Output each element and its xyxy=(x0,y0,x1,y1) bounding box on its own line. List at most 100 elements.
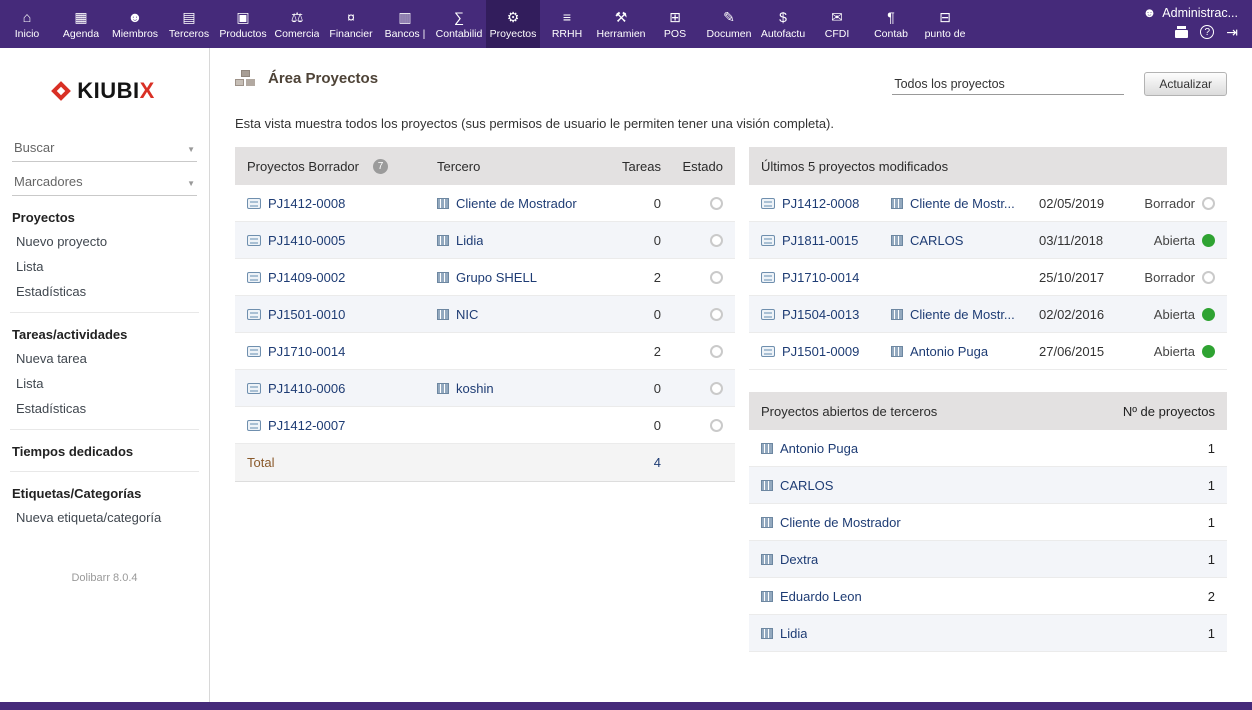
project-icon xyxy=(247,346,261,357)
project-ref-link[interactable]: PJ1710-0014 xyxy=(268,344,345,359)
menu-item[interactable]: ∑ Contabilid xyxy=(432,0,486,48)
project-ref-link[interactable]: PJ1811-0015 xyxy=(782,233,858,248)
project-ref-link[interactable]: PJ1501-0009 xyxy=(782,344,859,359)
project-icon xyxy=(247,383,261,394)
projects-count: 1 xyxy=(1105,552,1215,567)
thirdparty-link[interactable]: Dextra xyxy=(780,552,818,567)
project-ref-link[interactable]: PJ1409-0002 xyxy=(268,270,345,285)
thirdparty-link[interactable]: Cliente de Mostrador xyxy=(780,515,901,530)
thirdparty-link[interactable]: Lidia xyxy=(780,626,807,641)
project-icon xyxy=(761,309,775,320)
project-ref-link[interactable]: PJ1412-0008 xyxy=(268,196,345,211)
menu-item-label: POS xyxy=(664,28,686,40)
project-ref-link[interactable]: PJ1412-0008 xyxy=(782,196,859,211)
projects-icon: ⚙ xyxy=(507,9,520,25)
sidebar-item[interactable]: Estadísticas xyxy=(10,396,199,421)
menu-item-label: Financier xyxy=(329,28,372,40)
open-projects-table: Proyectos abiertos de terceros Nº de pro… xyxy=(749,392,1227,652)
sidebar-item[interactable]: Estadísticas xyxy=(10,279,199,304)
tasks-count: 2 xyxy=(606,344,661,359)
menu-item[interactable]: ✉ CFDI xyxy=(810,0,864,48)
project-ref-link[interactable]: PJ1504-0013 xyxy=(782,307,859,322)
thirdparty-link[interactable]: Antonio Puga xyxy=(780,441,858,456)
refresh-button[interactable]: Actualizar xyxy=(1144,72,1227,96)
project-ref-link[interactable]: PJ1412-0007 xyxy=(268,418,345,433)
status-dot xyxy=(1202,271,1215,284)
menu-item[interactable]: ⌂ Inicio xyxy=(0,0,54,48)
project-ref-link[interactable]: PJ1710-0014 xyxy=(782,270,859,285)
thirdparty-link[interactable]: Cliente de Mostrador xyxy=(456,196,577,211)
menu-item[interactable]: ▤ Terceros xyxy=(162,0,216,48)
menu-item[interactable]: ¤ Financier xyxy=(324,0,378,48)
topbar-right: Administrac... xyxy=(1143,0,1252,48)
sidebar-item[interactable]: Nuevo proyecto xyxy=(10,229,199,254)
project-ref-link[interactable]: PJ1410-0006 xyxy=(268,381,345,396)
table-row: PJ1710-0014 25/10/2017 Borrador xyxy=(749,259,1227,296)
menu-item[interactable]: ▥ Bancos | xyxy=(378,0,432,48)
modified-date: 02/02/2016 xyxy=(1039,307,1129,322)
sidebar: KIUBIX Buscar Marcadores Proyectos Nuevo… xyxy=(0,48,210,702)
menu-item[interactable]: ▣ Productos xyxy=(216,0,270,48)
thirdparty-link[interactable]: Cliente de Mostr... xyxy=(910,196,1015,211)
thirdparties-icon: ▤ xyxy=(182,9,195,25)
thirdparty-link[interactable]: Eduardo Leon xyxy=(780,589,862,604)
thirdparty-link[interactable]: CARLOS xyxy=(780,478,833,493)
sidebar-item-etiquetas[interactable]: Etiquetas/Categorías xyxy=(10,482,199,505)
project-ref-link[interactable]: PJ1501-0010 xyxy=(268,307,345,322)
logo-text: KIUBIX xyxy=(77,78,155,104)
menu-item[interactable]: ☻ Miembros xyxy=(108,0,162,48)
count-badge: 7 xyxy=(373,159,388,174)
table-row: PJ1412-0008 Cliente de Mostrador 0 xyxy=(235,185,735,222)
thirdparty-link[interactable]: CARLOS xyxy=(910,233,963,248)
menu-item[interactable]: ⊞ POS xyxy=(648,0,702,48)
print-icon[interactable] xyxy=(1175,30,1188,38)
user-menu[interactable]: Administrac... xyxy=(1143,5,1238,20)
help-icon[interactable] xyxy=(1200,25,1214,39)
menu-item[interactable]: ▦ Agenda xyxy=(54,0,108,48)
thirdparty-link[interactable]: Antonio Puga xyxy=(910,344,988,359)
thirdparty-link[interactable]: Cliente de Mostr... xyxy=(910,307,1015,322)
menu-item[interactable]: ⚖ Comercia xyxy=(270,0,324,48)
thirdparty-link[interactable]: koshin xyxy=(456,381,494,396)
company-icon xyxy=(437,235,449,246)
menu-item[interactable]: ✎ Documen xyxy=(702,0,756,48)
menu-item[interactable]: $ Autofactu xyxy=(756,0,810,48)
logo-mark-icon xyxy=(51,81,71,101)
status-dot xyxy=(1202,308,1215,321)
menu-item[interactable]: ⚒ Herramien xyxy=(594,0,648,48)
topbar: ⌂ Inicio ▦ Agenda ☻ Miembros ▤ Terceros … xyxy=(0,0,1252,48)
sidebar-item[interactable]: Nueva etiqueta/categoría xyxy=(10,505,199,530)
thirdparty-link[interactable]: Lidia xyxy=(456,233,483,248)
menu-item[interactable]: ≡ RRHH xyxy=(540,0,594,48)
menu-item[interactable]: ⚙ Proyectos xyxy=(486,0,540,48)
bookmarks-dropdown[interactable]: Marcadores xyxy=(12,162,197,196)
project-filter-input[interactable] xyxy=(892,74,1124,95)
thirdparty-link[interactable]: Grupo SHELL xyxy=(456,270,537,285)
status-label: Abierta xyxy=(1154,344,1195,359)
menu-item-label: Miembros xyxy=(112,28,158,40)
sidebar-item[interactable]: Lista xyxy=(10,254,199,279)
table-row: PJ1409-0002 Grupo SHELL 2 xyxy=(235,259,735,296)
sidebar-item[interactable]: Lista xyxy=(10,371,199,396)
table-row: PJ1410-0006 koshin 0 xyxy=(235,370,735,407)
page: KIUBIX Buscar Marcadores Proyectos Nuevo… xyxy=(0,48,1252,702)
tasks-count: 0 xyxy=(606,196,661,211)
chevron-down-icon xyxy=(187,174,195,189)
contab-icon: ¶ xyxy=(887,9,895,25)
logout-icon[interactable] xyxy=(1226,25,1238,39)
sidebar-item[interactable]: Nueva tarea xyxy=(10,346,199,371)
calendar-icon: ▦ xyxy=(74,9,87,25)
thirdparty-link[interactable]: NIC xyxy=(456,307,478,322)
sidebar-item-tiempos[interactable]: Tiempos dedicados xyxy=(10,440,199,463)
company-icon xyxy=(891,309,903,320)
search-dropdown[interactable]: Buscar xyxy=(12,128,197,162)
recent-table-title: Últimos 5 proyectos modificados xyxy=(761,159,948,174)
menu-item[interactable]: ⊟ punto de xyxy=(918,0,972,48)
company-icon xyxy=(761,591,773,602)
menu-item[interactable]: ¶ Contab xyxy=(864,0,918,48)
project-ref-link[interactable]: PJ1410-0005 xyxy=(268,233,345,248)
kiubix-logo[interactable]: KIUBIX xyxy=(0,48,209,128)
sidebar-item-proyectos[interactable]: Proyectos xyxy=(10,206,199,229)
sidebar-item-tareas[interactable]: Tareas/actividades xyxy=(10,323,199,346)
status-dot xyxy=(710,234,723,247)
